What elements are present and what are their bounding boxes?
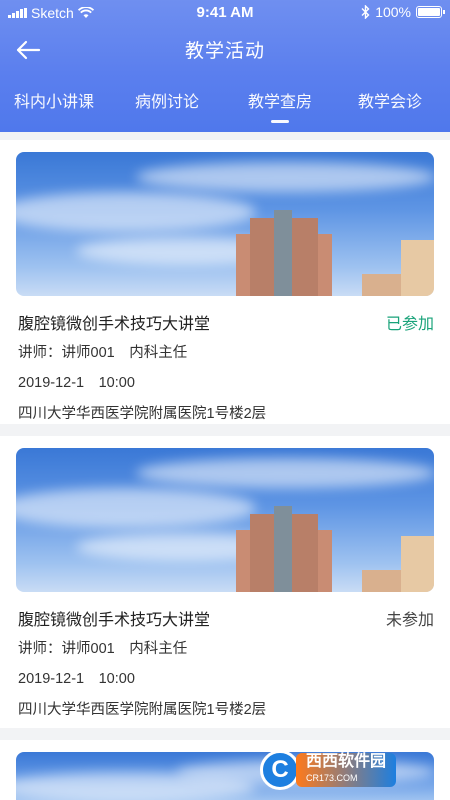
activity-title: 腹腔镜微创手术技巧大讲堂 — [18, 612, 211, 629]
activity-title: 腹腔镜微创手术技巧大讲堂 — [18, 316, 211, 333]
navigation-bar: 教学活动 — [0, 30, 450, 70]
activity-location: 四川大学华西医学院附属医院1号楼2层 — [18, 702, 267, 718]
battery-percent: 100% — [375, 4, 411, 20]
tab-teaching-rounds[interactable]: 教学查房 — [248, 88, 312, 112]
activity-lecturer: 讲师：讲师001 内科主任 — [18, 345, 188, 361]
activity-status: 已参加 — [385, 316, 434, 333]
activity-lecturer: 讲师：讲师001 内科主任 — [18, 641, 188, 657]
activity-card[interactable]: 腹腔镜微创手术技巧大讲堂 未参加 讲师：讲师001 内科主任 2019-12-1… — [0, 436, 450, 728]
battery-icon — [416, 6, 445, 18]
watermark-logo: C 西西软件园 CR173.COM — [260, 748, 436, 792]
status-bar: Sketch 9:41 AM 100% — [0, 0, 450, 26]
header: Sketch 9:41 AM 100% 教学活动 科内小讲课 病例讨论 教学查房 — [0, 0, 450, 132]
activity-banner-image — [16, 448, 434, 592]
activity-card[interactable]: 腹腔镜微创手术技巧大讲堂 已参加 讲师：讲师001 内科主任 2019-12-1… — [0, 140, 450, 424]
activity-datetime: 2019-12-1 10:00 — [18, 671, 135, 687]
watermark-c-icon: C — [260, 750, 300, 790]
activity-status: 未参加 — [385, 612, 434, 629]
activity-location: 四川大学华西医学院附属医院1号楼2层 — [18, 406, 267, 422]
tab-case-discussion[interactable]: 病例讨论 — [135, 88, 199, 112]
watermark-brand: 西西软件园 — [306, 753, 387, 770]
tab-bar: 科内小讲课 病例讨论 教学查房 教学会诊 — [0, 88, 450, 128]
tab-teaching-consultation[interactable]: 教学会诊 — [358, 88, 422, 112]
tab-lecture[interactable]: 科内小讲课 — [14, 88, 94, 112]
activity-datetime: 2019-12-1 10:00 — [18, 375, 135, 391]
bluetooth-icon — [361, 5, 370, 19]
page-title: 教学活动 — [184, 41, 265, 62]
watermark-domain: CR173.COM — [306, 773, 358, 783]
activity-banner-image — [16, 152, 434, 296]
